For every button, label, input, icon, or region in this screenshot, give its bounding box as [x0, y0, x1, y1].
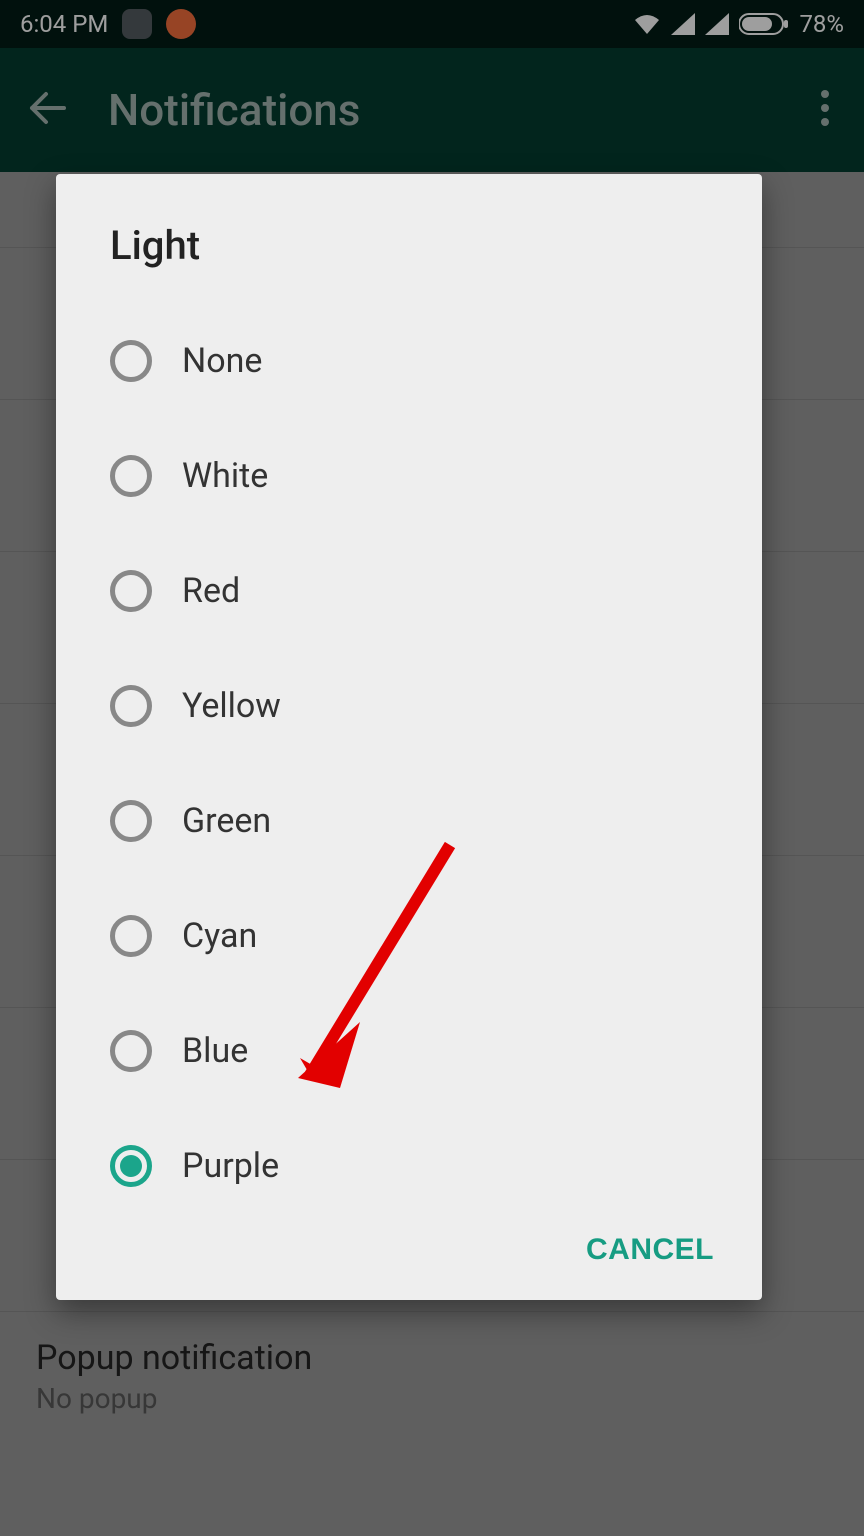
radio-group: None White Red Yellow Green Cyan Blue Purple: [56, 303, 762, 1223]
radio-label: White: [182, 456, 268, 496]
radio-option-green[interactable]: Green: [110, 763, 746, 878]
radio-icon: [110, 570, 152, 612]
radio-icon: [110, 340, 152, 382]
radio-option-cyan[interactable]: Cyan: [110, 878, 746, 993]
radio-option-blue[interactable]: Blue: [110, 993, 746, 1108]
radio-option-red[interactable]: Red: [110, 533, 746, 648]
radio-icon: [110, 1030, 152, 1072]
radio-label: Purple: [182, 1146, 279, 1186]
radio-option-none[interactable]: None: [110, 303, 746, 418]
radio-icon: [110, 1145, 152, 1187]
radio-icon: [110, 685, 152, 727]
radio-option-purple[interactable]: Purple: [110, 1108, 746, 1223]
radio-label: Yellow: [182, 686, 281, 726]
radio-option-white[interactable]: White: [110, 418, 746, 533]
radio-icon: [110, 455, 152, 497]
radio-option-yellow[interactable]: Yellow: [110, 648, 746, 763]
dialog-title: Light: [56, 174, 762, 303]
light-color-dialog: Light None White Red Yellow Green Cyan Blue Pur…: [56, 174, 762, 1300]
radio-label: Cyan: [182, 916, 257, 956]
radio-label: None: [182, 341, 262, 381]
radio-label: Green: [182, 801, 271, 841]
radio-icon: [110, 800, 152, 842]
radio-label: Red: [182, 571, 240, 611]
cancel-button[interactable]: CANCEL: [586, 1233, 714, 1267]
radio-icon: [110, 915, 152, 957]
radio-label: Blue: [182, 1031, 248, 1071]
